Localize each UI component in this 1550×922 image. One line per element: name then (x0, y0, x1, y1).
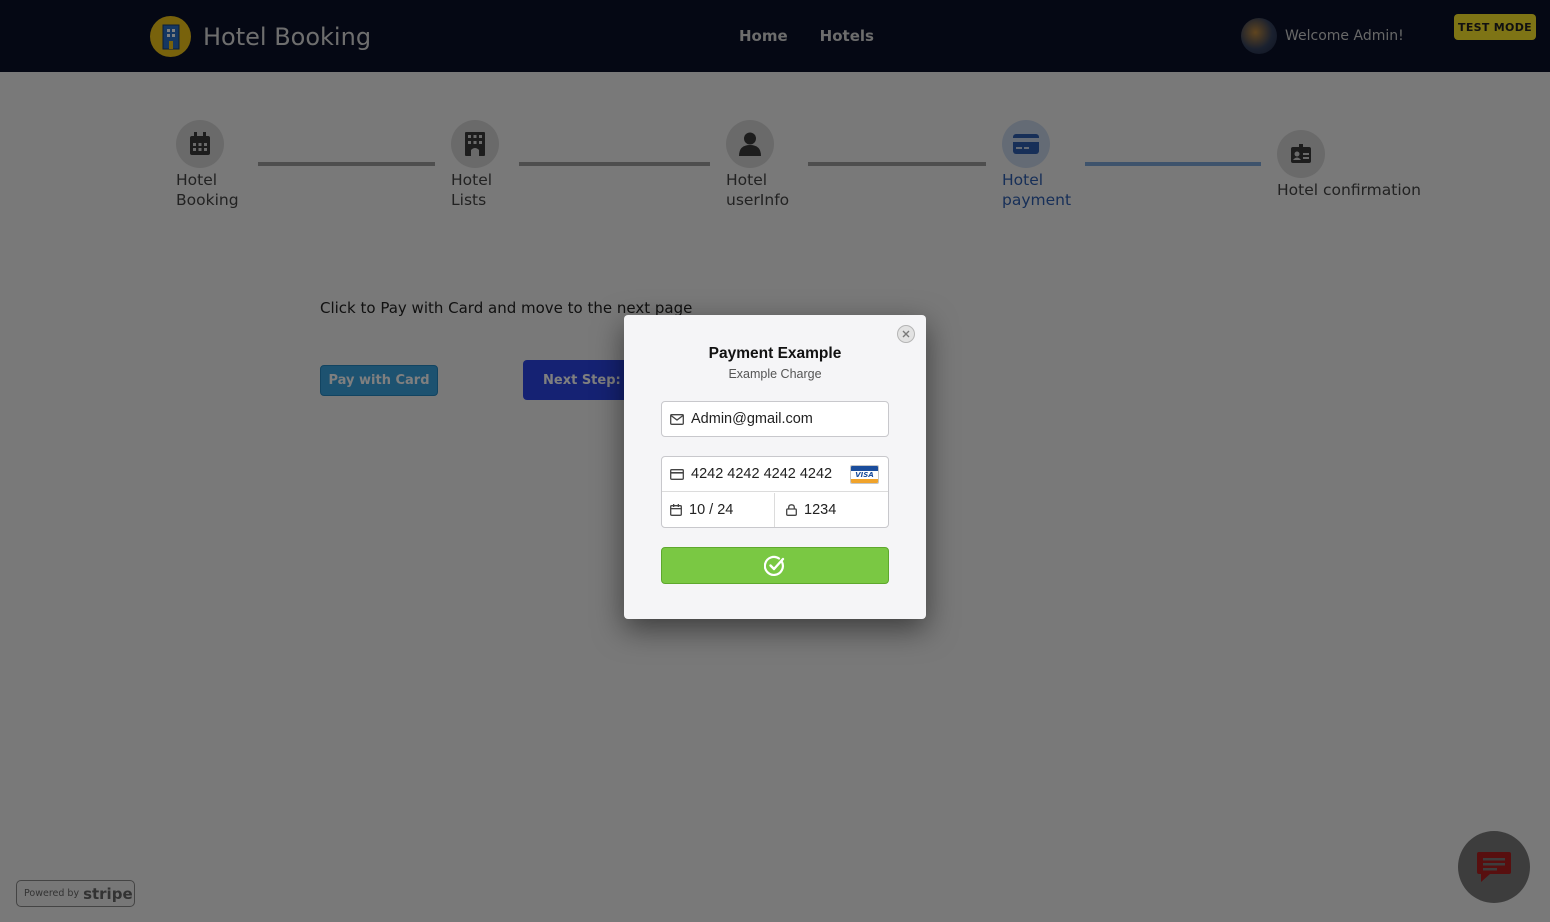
card-icon (670, 468, 684, 480)
checkmark-circle-icon (764, 555, 785, 576)
visa-icon: VISA (850, 465, 879, 484)
card-number-value: 4242 4242 4242 4242 (691, 466, 833, 482)
cvc-field[interactable]: 1234 (776, 493, 888, 527)
payment-modal: Payment Example Example Charge Admin@gma… (624, 315, 926, 619)
email-value: Admin@gmail.com (691, 411, 813, 427)
modal-subtitle: Example Charge (728, 367, 822, 381)
expiry-field[interactable]: 10 / 24 (662, 493, 775, 527)
card-details: 4242 4242 4242 4242 VISA 10 / 24 1234 (661, 456, 889, 528)
close-button[interactable] (897, 325, 915, 343)
email-field[interactable]: Admin@gmail.com (661, 401, 889, 437)
card-number-field[interactable]: 4242 4242 4242 4242 VISA (662, 457, 888, 492)
expiry-value: 10 / 24 (689, 502, 734, 518)
lock-icon (786, 504, 797, 516)
submit-payment-button[interactable] (661, 547, 889, 584)
modal-title: Payment Example (708, 345, 842, 362)
calendar-icon (670, 504, 682, 516)
cvc-value: 1234 (804, 502, 837, 518)
close-icon (902, 330, 910, 338)
envelope-icon (670, 413, 684, 425)
